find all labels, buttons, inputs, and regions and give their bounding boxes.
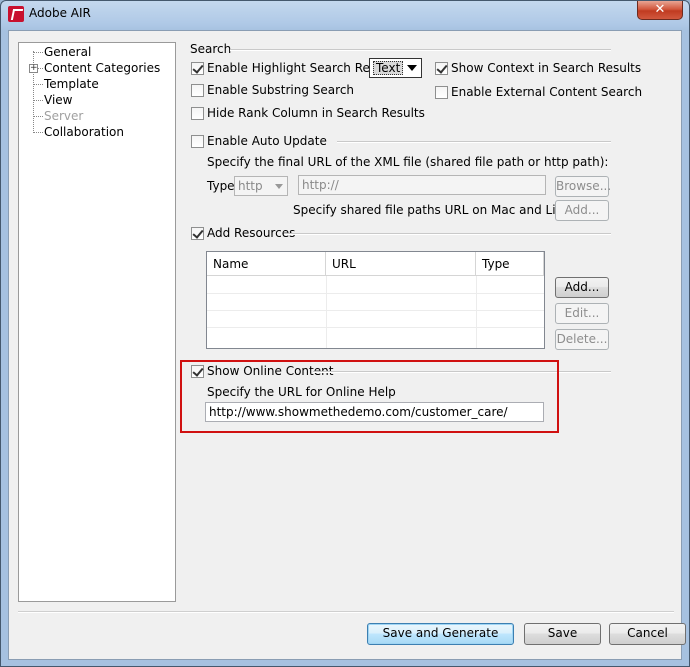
tree-item-label: Collaboration <box>44 125 124 139</box>
update-type-select[interactable]: http <box>234 176 288 196</box>
tree-item-general[interactable]: General <box>19 44 169 60</box>
close-button[interactable]: ✕ <box>637 1 683 20</box>
substring-search-checkbox[interactable] <box>191 84 204 97</box>
dialog-window: Adobe AIR ✕ General + Content Categories… <box>0 0 690 667</box>
cancel-button[interactable]: Cancel <box>609 623 686 645</box>
hide-rank-checkbox[interactable] <box>191 107 204 120</box>
resources-table[interactable]: Name URL Type <box>206 251 545 349</box>
annotation-highlight-box <box>180 360 559 433</box>
window-title: Adobe AIR <box>29 6 91 20</box>
chevron-down-icon <box>275 184 283 189</box>
update-type-value: http <box>238 179 263 193</box>
tree-item-label: Content Categories <box>44 61 161 75</box>
divider <box>337 141 611 143</box>
external-search-checkbox[interactable] <box>435 86 448 99</box>
divider <box>284 233 611 235</box>
tree-item-label: General <box>44 45 92 59</box>
tree-item-label: View <box>44 93 73 107</box>
external-search-label: Enable External Content Search <box>451 85 643 99</box>
adobe-air-icon <box>8 6 24 22</box>
tree-item-view[interactable]: View <box>19 92 169 108</box>
tree-item-label: Template <box>44 77 99 91</box>
highlight-search-checkbox[interactable] <box>191 62 204 75</box>
hide-rank-label: Hide Rank Column in Search Results <box>207 106 425 120</box>
add-resources-checkbox[interactable] <box>191 227 204 240</box>
title-bar: Adobe AIR ✕ <box>1 1 689 29</box>
add-resource-button[interactable]: Add... <box>555 277 609 298</box>
highlight-mode-select[interactable]: Text <box>369 58 422 78</box>
tree-item-server: Server <box>19 108 169 124</box>
dialog-body: General + Content Categories Template Vi… <box>8 30 686 660</box>
settings-tree: General + Content Categories Template Vi… <box>18 42 176 602</box>
tree-item-content-categories[interactable]: + Content Categories <box>19 60 169 76</box>
add-path-button[interactable]: Add... <box>555 200 609 221</box>
show-context-checkbox[interactable] <box>435 62 448 75</box>
tree-item-collaboration[interactable]: Collaboration <box>19 124 169 140</box>
auto-update-checkbox[interactable] <box>191 135 204 148</box>
column-header-url[interactable]: URL <box>326 252 476 276</box>
tree-item-template[interactable]: Template <box>19 76 169 92</box>
highlight-mode-value: Text <box>373 61 404 75</box>
show-context-label: Show Context in Search Results <box>451 61 642 75</box>
auto-update-label: Enable Auto Update <box>207 134 327 148</box>
view-settings-panel: Search Enable Highlight Search Results T… <box>179 31 679 621</box>
column-header-type[interactable]: Type <box>476 252 544 276</box>
edit-resource-button[interactable]: Edit... <box>555 303 609 324</box>
expand-icon[interactable]: + <box>29 64 38 73</box>
search-group-label: Search <box>190 42 232 56</box>
divider <box>230 49 611 51</box>
save-button[interactable]: Save <box>524 623 601 645</box>
browse-button[interactable]: Browse... <box>555 176 611 197</box>
substring-search-label: Enable Substring Search <box>207 83 355 97</box>
delete-resource-button[interactable]: Delete... <box>555 329 609 350</box>
tree-item-label: Server <box>44 109 84 123</box>
footer-divider <box>18 611 674 613</box>
add-resources-label: Add Resources <box>207 226 296 240</box>
update-url-input[interactable]: http:// <box>298 175 546 195</box>
chevron-down-icon <box>407 65 417 71</box>
save-and-generate-button[interactable]: Save and Generate <box>367 623 514 645</box>
column-header-name[interactable]: Name <box>207 252 326 276</box>
update-url-prompt: Specify the final URL of the XML file (s… <box>207 155 609 169</box>
